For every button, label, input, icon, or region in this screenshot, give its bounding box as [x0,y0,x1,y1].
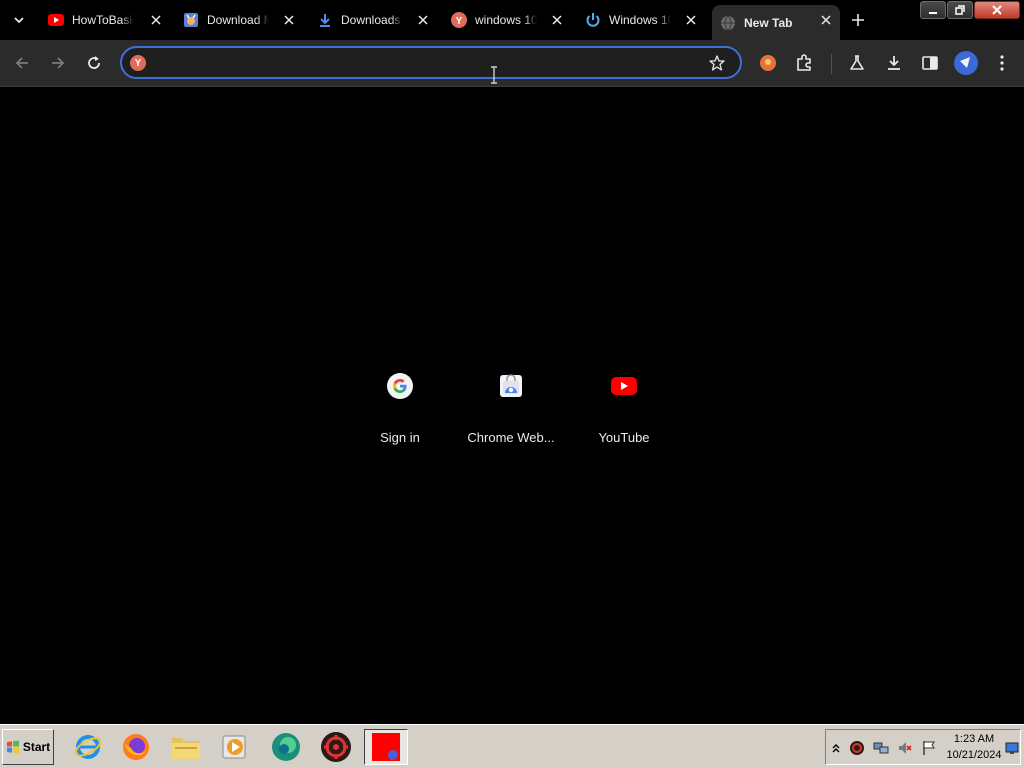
close-tab-icon[interactable] [818,12,834,28]
downloads-button[interactable] [883,52,905,74]
tab-title: Downloads [341,13,401,27]
tab-search-button[interactable] [6,8,32,32]
taskbar: Start 1:23 AM 10/21/2024 [0,724,1024,768]
media-player-icon[interactable] [213,729,257,765]
tab-strip: HowToBasic Download M Downloads Y window… [0,0,1024,40]
svg-text:Y: Y [456,16,463,27]
yandex-icon: Y [130,55,146,71]
start-label: Start [22,740,51,754]
chrome-web-store-icon [487,362,535,410]
shortcut-label: YouTube [598,430,650,445]
back-button[interactable] [11,52,33,74]
globe-icon [720,15,736,31]
tab-title: windows 10 [475,13,537,27]
internet-explorer-icon[interactable] [66,729,110,765]
power-icon [585,12,601,28]
tab-new-tab[interactable]: New Tab [712,5,840,40]
restore-button[interactable] [947,1,973,19]
tab-windows10-search[interactable]: Y windows 10 [443,5,571,35]
show-desktop-icon[interactable] [1004,740,1020,756]
arrow-right-icon [52,57,65,69]
side-panel-icon [922,56,938,70]
shortcut-label: Sign in [380,430,420,445]
shortcut-sign-in[interactable]: Sign in [344,358,456,454]
window-controls [919,1,1020,19]
address-bar[interactable]: Y [120,46,742,79]
chevron-up-icon [832,744,840,753]
close-tab-icon[interactable] [415,12,431,28]
labs-button[interactable] [846,52,868,74]
yandex-icon: Y [451,12,467,28]
tab-howtobasic[interactable]: HowToBasic [40,5,170,35]
shortcut-label: Chrome Web... [467,430,555,445]
restore-icon [955,5,965,15]
system-tray: 1:23 AM 10/21/2024 [825,729,1021,765]
menu-button[interactable] [991,52,1013,74]
shortcut-chrome-web-store[interactable]: Chrome Web... [455,358,567,454]
youtube-icon [48,12,64,28]
close-icon [992,5,1002,15]
tab-title: Windows 10 [609,13,671,27]
close-tab-icon[interactable] [683,12,699,28]
address-input[interactable] [154,52,694,73]
forward-button[interactable] [47,52,69,74]
tab-downloads[interactable]: Downloads [309,5,437,35]
extension-orange-icon [760,55,776,71]
show-hidden-icons-button[interactable] [828,740,844,756]
chevron-down-icon [14,17,24,24]
tab-title: New Tab [744,15,793,30]
download-site-icon [183,12,199,28]
tab-download-m[interactable]: Download M [175,5,303,35]
side-panel-button[interactable] [919,52,941,74]
windows-logo-icon [6,740,19,754]
puzzle-icon [797,54,811,71]
star-icon [709,55,725,71]
firefox-icon[interactable] [114,729,158,765]
arrow-left-icon [15,57,28,69]
network-icon[interactable] [873,740,889,756]
shortcut-youtube[interactable]: YouTube [568,358,680,454]
profile-button[interactable] [953,50,979,76]
bookmark-star-button[interactable] [708,54,726,72]
avatar [954,51,978,75]
red-window-icon[interactable] [364,729,408,765]
new-tab-button[interactable] [848,10,868,30]
reload-icon [88,56,100,69]
extension-button-1[interactable] [757,52,779,74]
youtube-icon [600,362,648,410]
google-icon [376,362,424,410]
extensions-button[interactable] [793,52,815,74]
text-cursor-icon [491,66,497,84]
settings-app-icon[interactable] [314,729,358,765]
action-center-flag-icon[interactable] [921,740,937,756]
minimize-button[interactable] [920,1,946,19]
new-tab-page: Sign in Chrome Web... YouTube [0,88,1024,724]
download-arrow-icon [317,12,333,28]
tab-windows10-power[interactable]: Windows 10 [577,5,705,35]
browser-toolbar: Y [0,40,1024,87]
edge-icon[interactable] [264,729,308,765]
tab-title: HowToBasic [72,13,134,27]
start-button[interactable]: Start [2,729,54,765]
close-tab-icon[interactable] [549,12,565,28]
minimize-icon [929,12,937,14]
close-window-button[interactable] [974,1,1020,19]
reload-button[interactable] [83,52,105,74]
close-tab-icon[interactable] [148,12,164,28]
plus-icon [852,14,864,26]
clock-time[interactable]: 1:23 AM [944,733,1004,745]
toolbar-divider [831,54,832,74]
download-icon [888,56,900,70]
kebab-menu-icon [1000,55,1004,71]
close-tab-icon[interactable] [281,12,297,28]
clock-date[interactable]: 10/21/2024 [944,749,1004,761]
tray-app-icon[interactable] [849,740,865,756]
volume-muted-icon[interactable] [897,740,913,756]
tab-title: Download M [207,13,269,27]
file-explorer-icon[interactable] [164,729,208,765]
flask-icon [850,55,864,70]
